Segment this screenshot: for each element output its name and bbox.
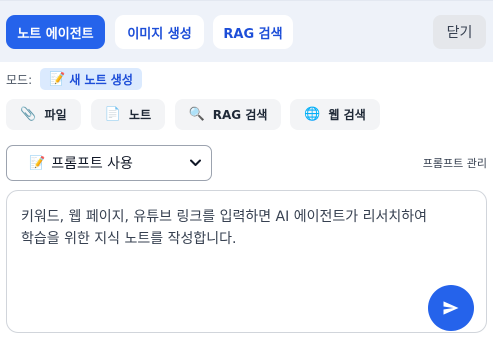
paperclip-icon: 📎	[20, 107, 37, 122]
prompt-manage-link[interactable]: 프롬프트 관리	[423, 155, 487, 171]
web-search-button-label: 웹 검색	[328, 108, 366, 122]
tab-image-generation[interactable]: 이미지 생성	[115, 15, 204, 49]
tab-note-agent[interactable]: 노트 에이전트	[6, 15, 105, 49]
file-button-label: 파일	[44, 108, 67, 122]
note-button[interactable]: 📄 노트	[91, 99, 165, 130]
send-button[interactable]	[428, 285, 474, 331]
mode-row: 모드: 📝 새 노트 생성	[6, 68, 142, 90]
top-bar: 노트 에이전트 이미지 생성 RAG 검색 닫기	[0, 0, 493, 62]
file-button[interactable]: 📎 파일	[6, 99, 81, 130]
note-icon: 📄	[104, 107, 122, 122]
mode-value: 새 노트 생성	[69, 72, 133, 87]
globe-icon: 🌐	[304, 107, 321, 122]
close-button[interactable]: 닫기	[433, 15, 486, 49]
tab-rag-search[interactable]: RAG 검색	[213, 15, 293, 49]
note-button-label: 노트	[129, 108, 152, 122]
mode-label: 모드:	[6, 72, 33, 87]
mode-badge: 📝 새 노트 생성	[40, 68, 142, 90]
pencil-memo-icon: 📝	[49, 71, 66, 87]
note-input-box[interactable]: 키워드, 웹 페이지, 유튜브 링크를 입력하면 AI 에이전트가 리서치하여 …	[6, 190, 487, 333]
pencil-memo-icon: 📝	[29, 155, 46, 171]
note-input-placeholder: 키워드, 웹 페이지, 유튜브 링크를 입력하면 AI 에이전트가 리서치하여 …	[21, 209, 427, 247]
send-icon	[443, 301, 459, 315]
rag-search-button-label: RAG 검색	[212, 108, 268, 122]
prompt-select[interactable]: 📝 프롬프트 사용	[6, 145, 212, 181]
web-search-button[interactable]: 🌐 웹 검색	[290, 99, 380, 130]
chevron-down-icon	[190, 159, 201, 166]
prompt-select-value: 프롬프트 사용	[51, 156, 133, 172]
magnifier-icon: 🔍	[188, 107, 205, 122]
rag-search-button[interactable]: 🔍 RAG 검색	[175, 99, 281, 130]
